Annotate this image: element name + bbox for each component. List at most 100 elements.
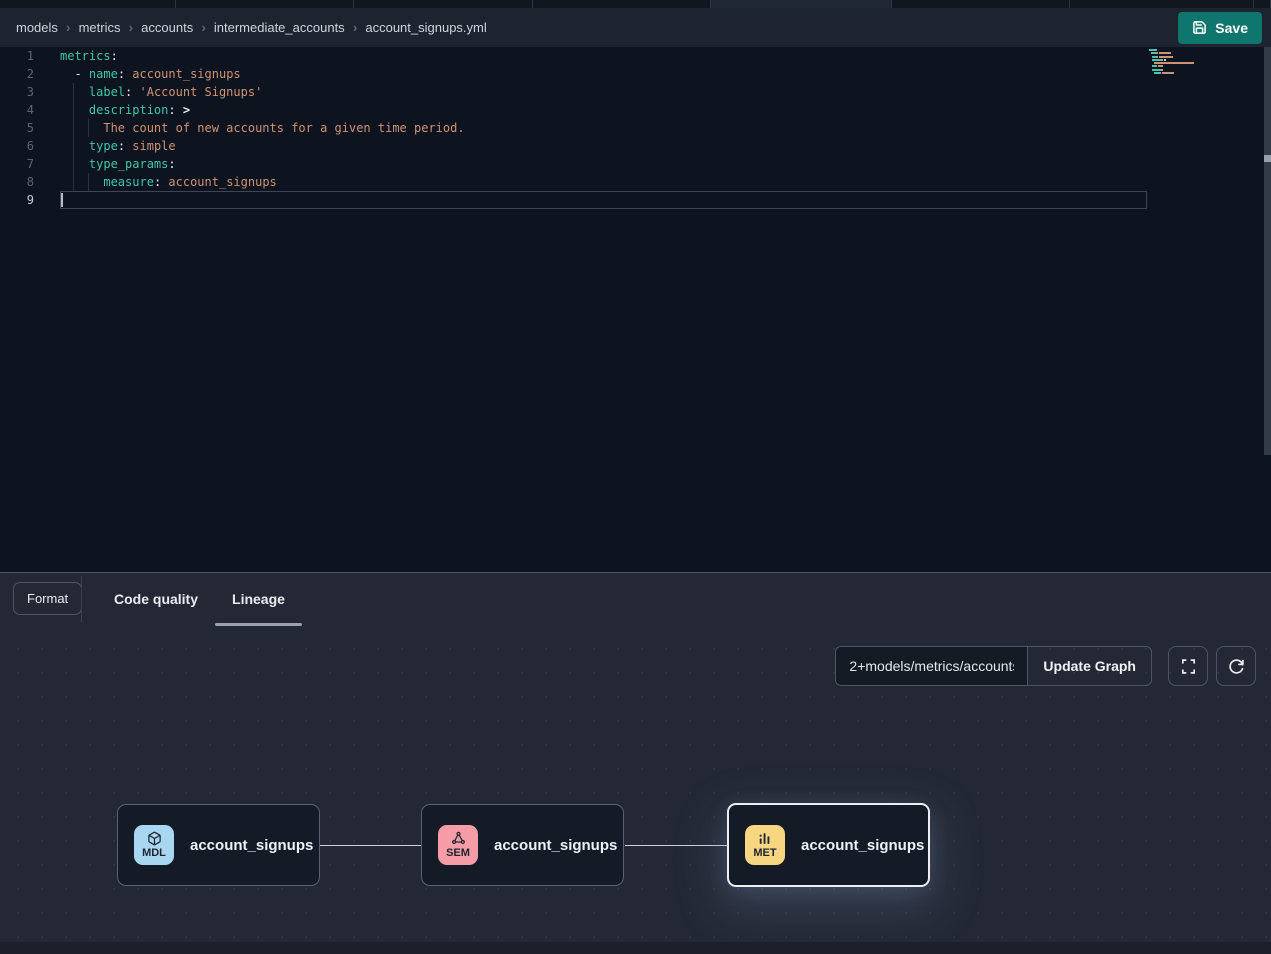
line-number: 1	[0, 47, 34, 65]
lineage-edge	[320, 845, 421, 846]
node-badge-label: MDL	[142, 847, 166, 859]
minimap-line	[1149, 72, 1213, 74]
code-editor[interactable]: 1metrics:2 - name: account_signups3 labe…	[0, 47, 1271, 572]
breadcrumb-item[interactable]: accounts	[141, 20, 193, 35]
code-text: The count of new accounts for a given ti…	[60, 119, 465, 137]
node-badge-label: SEM	[446, 847, 470, 859]
minimap-line	[1149, 75, 1213, 77]
code-line[interactable]: 3 label: 'Account Signups'	[0, 83, 1271, 101]
editor-scrollbar[interactable]	[1264, 47, 1271, 455]
line-number: 8	[0, 173, 34, 191]
breadcrumb-item[interactable]: metrics	[79, 20, 121, 35]
lineage-node-sem[interactable]: SEM account_signups	[421, 804, 624, 886]
node-badge: SEM	[438, 825, 478, 865]
line-number: 2	[0, 65, 34, 83]
editor-tab[interactable]	[892, 0, 1070, 8]
editor-tab[interactable]	[354, 0, 533, 8]
format-button[interactable]: Format	[13, 582, 82, 615]
code-text: label: 'Account Signups'	[60, 83, 262, 101]
chevron-right-icon: ›	[66, 19, 71, 35]
lineage-selector-input[interactable]	[835, 646, 1027, 686]
minimap-line	[1149, 65, 1213, 67]
code-line[interactable]: 6 type: simple	[0, 137, 1271, 155]
cube-icon	[147, 831, 162, 846]
chevron-right-icon: ›	[128, 19, 133, 35]
lineage-canvas[interactable]: Update Graph	[0, 631, 1271, 954]
minimap-line	[1149, 69, 1213, 71]
code-line[interactable]: 7 type_params:	[0, 155, 1271, 173]
code-line[interactable]: 2 - name: account_signups	[0, 65, 1271, 83]
lineage-controls: Update Graph	[835, 646, 1256, 686]
text-cursor	[61, 193, 63, 207]
node-label: account_signups	[190, 837, 313, 854]
node-label: account_signups	[494, 837, 617, 854]
line-number: 4	[0, 101, 34, 119]
tab-code-quality[interactable]: Code quality	[97, 573, 215, 625]
code-text: description: >	[60, 101, 190, 119]
code-text: - name: account_signups	[60, 65, 241, 83]
semantic-graph-icon	[451, 831, 466, 846]
editor-tab[interactable]	[711, 0, 892, 8]
minimap[interactable]	[1149, 49, 1213, 79]
tab-lineage[interactable]: Lineage	[215, 573, 302, 625]
update-graph-button[interactable]: Update Graph	[1027, 646, 1152, 686]
divider	[81, 576, 82, 622]
save-button-label: Save	[1215, 20, 1248, 36]
node-label: account_signups	[801, 837, 924, 854]
code-lines: 1metrics:2 - name: account_signups3 labe…	[0, 47, 1271, 209]
minimap-line	[1149, 49, 1213, 51]
indent-guide	[88, 119, 89, 137]
selector-group: Update Graph	[835, 646, 1152, 686]
minimap-line	[1149, 59, 1213, 61]
breadcrumb-item[interactable]: models	[16, 20, 58, 35]
indent-guide	[88, 173, 89, 191]
save-button[interactable]: Save	[1178, 12, 1262, 44]
minimap-line	[1149, 56, 1213, 58]
panel-tabs: Code qualityLineage	[97, 573, 302, 625]
active-line-highlight	[60, 191, 1147, 209]
canvas-bottom-strip	[0, 942, 1271, 954]
panel-tabs-row: Format Code qualityLineage	[0, 573, 1271, 631]
ide-screen: models › metrics › accounts › intermediate_acc…	[0, 0, 1271, 954]
editor-tab[interactable]	[0, 0, 176, 8]
code-text: measure: account_signups	[60, 173, 277, 191]
indent-guide	[73, 83, 74, 191]
line-number: 5	[0, 119, 34, 137]
refresh-icon	[1228, 658, 1245, 675]
bottom-panel: Format Code qualityLineage Update Graph	[0, 572, 1271, 954]
node-badge-label: MET	[753, 847, 776, 859]
code-line[interactable]: 1 metrics:	[0, 47, 1271, 65]
breadcrumb: models › metrics › accounts › intermediate_acc…	[16, 20, 487, 36]
bar-chart-icon	[758, 831, 773, 846]
minimap-line	[1149, 52, 1213, 54]
line-number: 9	[0, 191, 34, 209]
breadcrumb-item[interactable]: account_signups.yml	[365, 20, 486, 35]
minimap-line	[1149, 62, 1213, 64]
lineage-node-mdl[interactable]: MDL account_signups	[117, 804, 320, 886]
line-number: 7	[0, 155, 34, 173]
chevron-right-icon: ›	[353, 19, 358, 35]
editor-tab-strip	[0, 0, 1271, 8]
chevron-right-icon: ›	[201, 19, 206, 35]
code-line[interactable]: 8 measure: account_signups	[0, 173, 1271, 191]
code-line[interactable]: 5 The count of new accounts for a given …	[0, 119, 1271, 137]
editor-tab[interactable]	[533, 0, 711, 8]
fullscreen-icon	[1180, 658, 1197, 675]
editor-tab[interactable]	[176, 0, 354, 8]
code-line[interactable]: 4 description: >	[0, 101, 1271, 119]
breadcrumb-bar: models › metrics › accounts › intermediate_acc…	[0, 8, 1271, 47]
fullscreen-button[interactable]	[1168, 646, 1208, 686]
lineage-edge	[625, 845, 727, 846]
editor-tab[interactable]	[1070, 0, 1254, 8]
code-text: type: simple	[60, 137, 176, 155]
refresh-button[interactable]	[1216, 646, 1256, 686]
line-number: 3	[0, 83, 34, 101]
editor-tab[interactable]	[1254, 0, 1271, 8]
line-number: 6	[0, 137, 34, 155]
scrollbar-thumb[interactable]	[1264, 155, 1271, 162]
node-badge: MDL	[134, 825, 174, 865]
code-text: metrics:	[60, 47, 118, 65]
node-badge: MET	[745, 825, 785, 865]
lineage-node-met[interactable]: MET account_signups	[727, 803, 930, 887]
breadcrumb-item[interactable]: intermediate_accounts	[214, 20, 345, 35]
